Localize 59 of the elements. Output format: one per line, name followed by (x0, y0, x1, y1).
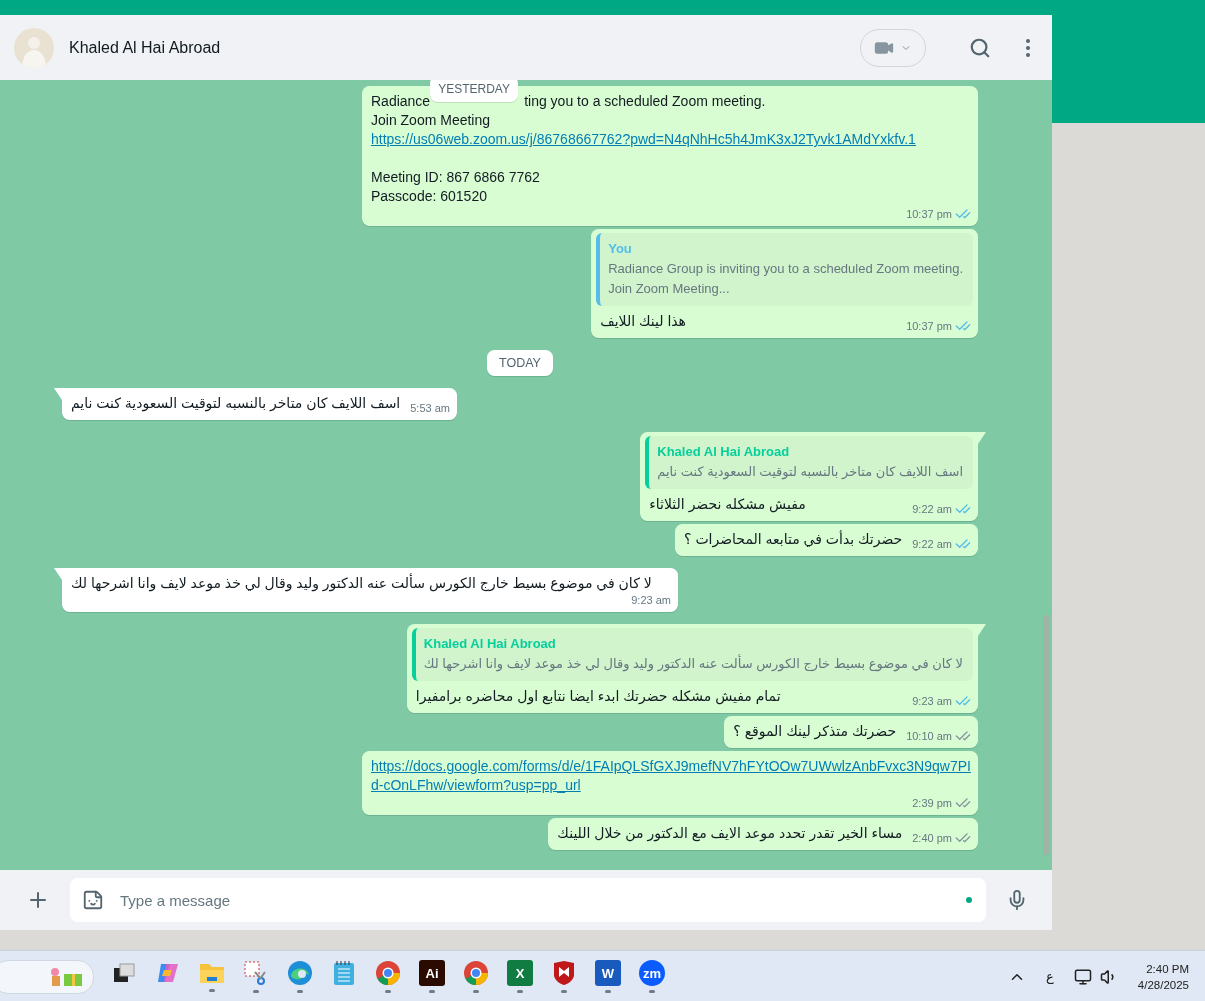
quote-author: You (608, 240, 633, 258)
language-indicator[interactable]: ع (1046, 969, 1054, 984)
message-text: اسف اللايف كان متاخر بالنسبه لتوقيت السعودية كنت نايم (71, 394, 401, 413)
quote-text: لا كان في موضوع بسيط خارج الكورس سألت عنه الدكتور وليد وقال لي خذ موعد لايف وانا اشرحها لك (423, 654, 963, 674)
search-icon (969, 36, 991, 59)
taskbar-app-button[interactable]: W (588, 954, 628, 999)
message-text: تمام مفيش مشكله حضرتك ابدء ايضا نتابع اول محاضره برامفيرا (415, 687, 781, 706)
ring-logo-icon (375, 960, 401, 986)
message-text: لا كان في موضوع بسيط خارج الكورس سألت عنه الدكتور وليد وقال لي خذ موعد لايف وانا اشرحها لك (71, 574, 652, 593)
scissors-icon (243, 960, 269, 986)
gift-icon (49, 966, 85, 987)
message-time: 9:23 am (912, 693, 952, 709)
quote-text: Join Zoom Meeting... (608, 280, 731, 298)
wave-logo-icon (287, 960, 313, 986)
message-time: 9:23 am (631, 593, 671, 608)
sticker-icon (82, 889, 104, 911)
message-text: Meeting ID: 867 6866 7762 (371, 168, 541, 187)
quote-author: Khaled Al Hai Abroad (657, 443, 791, 461)
notepad-icon (333, 960, 355, 986)
date-chip: YESTERDAY (430, 80, 518, 102)
taskbar-search-field[interactable] (0, 959, 94, 994)
message-link[interactable]: https://us06web.zoom.us/j/86768667762?pwd=N4qNhHc5h4JmK3xJ2Tyvk1AMdYxkfv.1 (371, 130, 916, 149)
date-chip: TODAY (487, 350, 553, 376)
message-text: حضرتك بدأت في متابعه المحاضرات ؟ (684, 530, 903, 549)
message-text: Radiance (371, 92, 431, 111)
message-link[interactable]: https://docs.google.com/forms/d/e/1FAIpQLSfGXJ9mefNV7hFYtOOw7UWwlzAnbFvxc3N9qw7PId-cOnLFhw/viewform?usp=pp_url (371, 757, 971, 795)
message-text: Join Zoom Meeting (371, 111, 492, 130)
message-text: حضرتك متذكر لينك الموقع ؟ (733, 722, 897, 741)
message-time: 2:40 pm (912, 830, 952, 846)
ring-logo-icon (463, 960, 489, 986)
message-time: 5:53 am (410, 401, 450, 416)
quote-text: اسف اللايف كان متاخر بالنسبه لتوقيت السعودية كنت نايم (657, 463, 963, 482)
quote-text: Radiance Group is inviting you to a scheduled Zoom meeting. (608, 260, 963, 278)
message-time: 2:39 pm (912, 795, 952, 811)
message-time: 10:37 pm (906, 318, 952, 334)
message-text: هذا لينك اللايف (600, 312, 686, 331)
task-view-icon (112, 961, 136, 985)
message-text: مفيش مشكله نحضر الثلاثاء (649, 495, 806, 514)
taskbar-clock[interactable]: 2:40 PM 4/28/2025 (1137, 960, 1189, 993)
message-time: 9:22 am (912, 501, 952, 517)
message-text: ting you to a scheduled Zoom meeting. (524, 92, 766, 111)
scrollbar-thumb[interactable] (1043, 615, 1049, 855)
status-dot (966, 897, 972, 903)
taskbar-app-button[interactable]: Ai (412, 954, 452, 999)
quoted-message[interactable]: You Radiance Group is inviting you to a scheduled Zoom meeting. Join Zoom Meeting... (596, 233, 973, 306)
message-text: مساء الخير تقدر تحدد موعد الايف مع الدكتور من خلال اللينك (557, 824, 903, 843)
network-icon[interactable] (1073, 967, 1092, 986)
message-field[interactable]: Type a message (70, 878, 986, 922)
message-time: 9:22 am (912, 536, 952, 552)
shield-icon (552, 960, 576, 986)
folder-icon (199, 961, 225, 985)
message-text: Passcode: 601520 (371, 187, 488, 206)
message-time: 10:37 pm (906, 206, 952, 222)
quote-author: Khaled Al Hai Abroad (423, 635, 557, 653)
message-time: 10:10 am (906, 728, 952, 744)
taskbar-app-button[interactable]: zm (632, 954, 672, 999)
taskbar-app-button[interactable]: X (500, 954, 540, 999)
contact-name: Khaled Al Hai Abroad (69, 38, 222, 57)
menu-icon (1026, 38, 1030, 57)
